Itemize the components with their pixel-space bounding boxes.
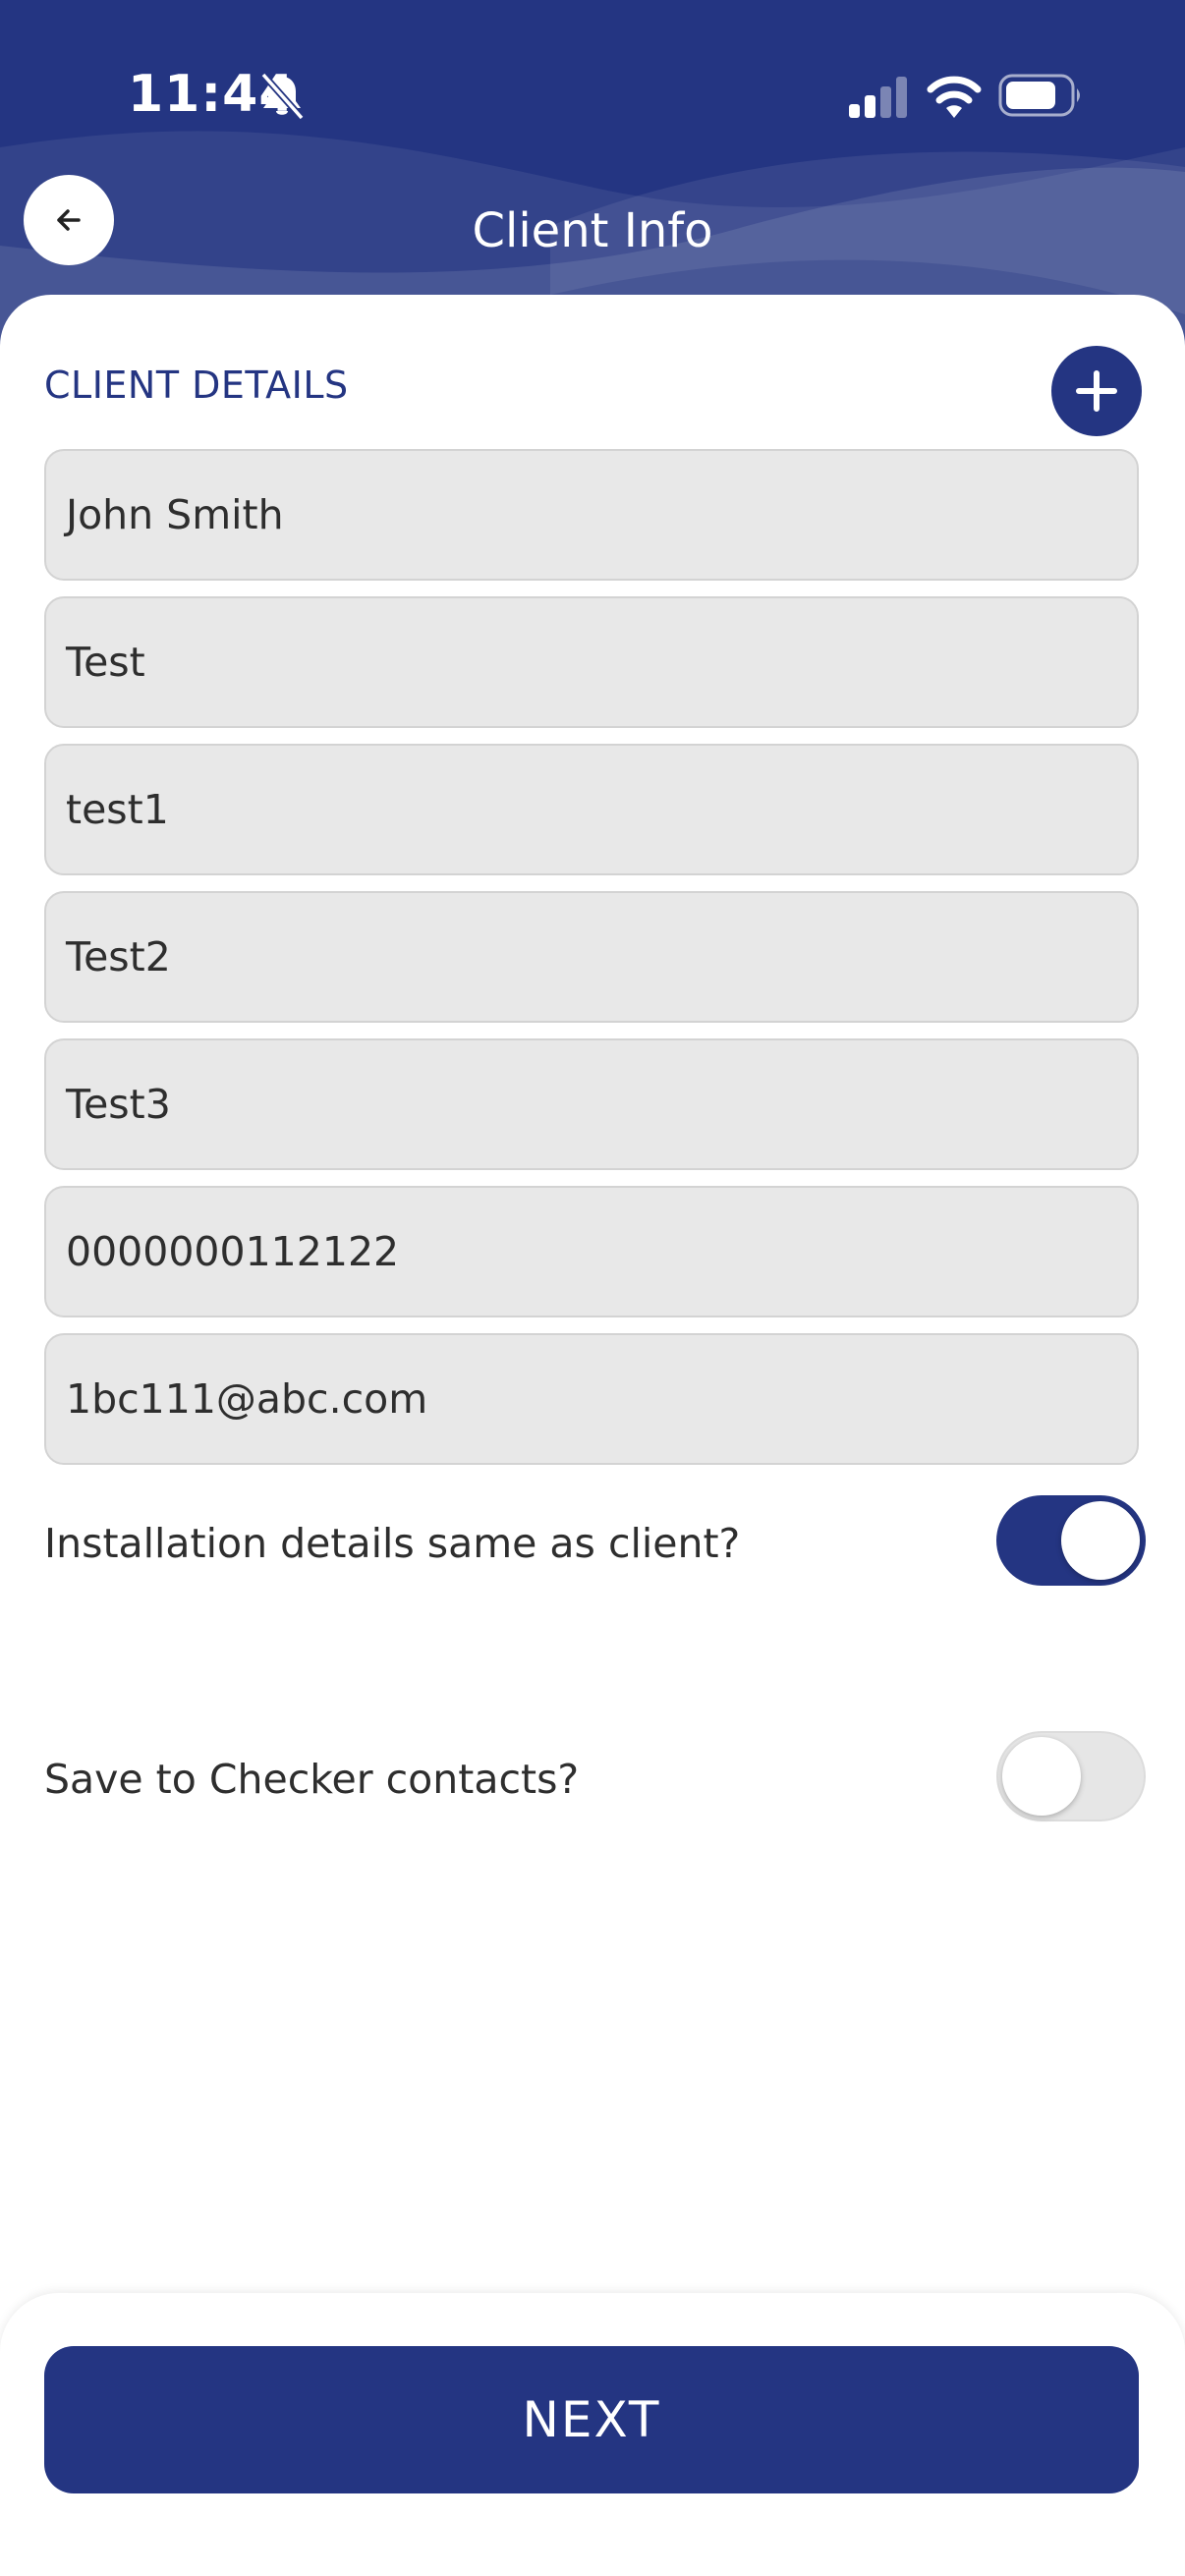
client-name-field[interactable]: John Smith [44, 449, 1139, 581]
client-field-3[interactable]: test1 [44, 744, 1139, 875]
page-title: Client Info [472, 203, 713, 258]
plus-icon [1076, 370, 1117, 412]
bell-slash-icon [260, 72, 305, 121]
email-field[interactable]: 1bc111@abc.com [44, 1333, 1139, 1465]
toggle-knob [1061, 1501, 1140, 1580]
cellular-signal-icon [849, 77, 907, 118]
client-field-2[interactable]: Test [44, 596, 1139, 728]
add-client-button[interactable] [1051, 346, 1142, 436]
battery-icon [998, 74, 1080, 117]
save-contacts-label: Save to Checker contacts? [44, 1756, 580, 1803]
client-field-4[interactable]: Test2 [44, 891, 1139, 1023]
client-field-5[interactable]: Test3 [44, 1038, 1139, 1170]
phone-field[interactable]: 0000000112122 [44, 1186, 1139, 1317]
section-title: CLIENT DETAILS [44, 364, 349, 407]
wifi-icon [927, 76, 982, 118]
save-contacts-toggle[interactable] [996, 1731, 1146, 1821]
next-button[interactable]: NEXT [44, 2346, 1139, 2493]
toggle-knob [1002, 1737, 1081, 1816]
installation-same-toggle[interactable] [996, 1495, 1146, 1586]
installation-same-label: Installation details same as client? [44, 1520, 741, 1567]
